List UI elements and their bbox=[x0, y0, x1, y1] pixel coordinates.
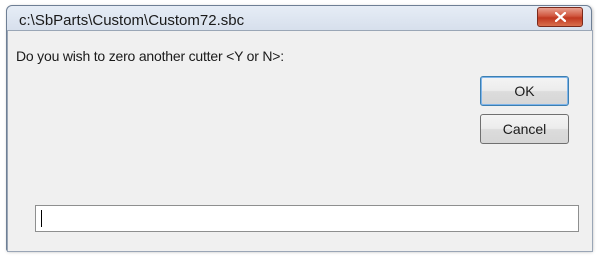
window-title: c:\SbParts\Custom\Custom72.sbc bbox=[19, 12, 245, 29]
ok-button[interactable]: OK bbox=[480, 76, 569, 106]
close-button[interactable] bbox=[537, 7, 583, 27]
close-icon bbox=[555, 12, 566, 22]
cancel-button[interactable]: Cancel bbox=[480, 114, 569, 144]
text-caret bbox=[41, 210, 42, 227]
response-input[interactable] bbox=[35, 205, 579, 232]
prompt-text: Do you wish to zero another cutter <Y or… bbox=[16, 48, 284, 64]
